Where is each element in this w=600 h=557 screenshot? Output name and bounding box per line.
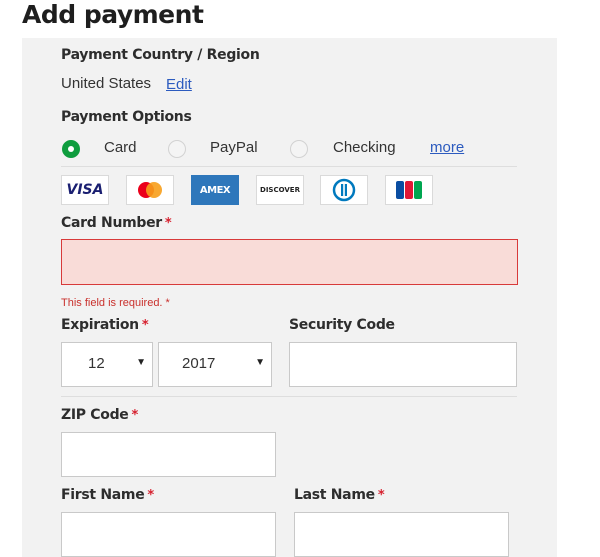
expiration-year-select[interactable]: 2017 ▼ [158, 342, 272, 387]
radio-paypal[interactable] [168, 140, 186, 158]
edit-country-link[interactable]: Edit [166, 76, 192, 93]
expiration-label: Expiration * [61, 317, 149, 333]
more-options-link[interactable]: more [430, 139, 464, 156]
zip-code-label: ZIP Code * [61, 407, 138, 423]
amex-icon: AMEX [191, 175, 239, 205]
security-code-label: Security Code [289, 317, 395, 333]
radio-checking-label[interactable]: Checking [333, 139, 396, 156]
discover-logo-text: DISCOVER [260, 186, 300, 194]
card-number-label-text: Card Number [61, 215, 162, 231]
options-divider [61, 166, 517, 167]
card-number-input[interactable] [61, 239, 518, 285]
first-name-label-text: First Name [61, 487, 145, 503]
country-label: Payment Country / Region [61, 47, 260, 63]
expiration-year-value: 2017 [182, 355, 216, 372]
radio-card-label[interactable]: Card [104, 139, 137, 156]
payment-options-label: Payment Options [61, 109, 192, 125]
card-number-label: Card Number * [61, 215, 172, 231]
zip-code-label-text: ZIP Code [61, 407, 129, 423]
expiration-label-text: Expiration [61, 317, 139, 333]
radio-checking[interactable] [290, 140, 308, 158]
payment-form: Payment Country / Region United States E… [22, 38, 557, 557]
amex-logo-text: AMEX [199, 184, 231, 196]
chevron-down-icon: ▼ [136, 357, 146, 368]
mastercard-icon [126, 175, 174, 205]
last-name-input[interactable] [294, 512, 509, 557]
visa-icon: VISA [61, 175, 109, 205]
first-name-label: First Name * [61, 487, 154, 503]
country-value: United States [61, 75, 152, 92]
radio-paypal-label[interactable]: PayPal [210, 139, 258, 156]
required-marker: * [164, 216, 172, 231]
expiration-month-select[interactable]: 12 ▼ [61, 342, 153, 387]
jcb-graphic [396, 181, 422, 199]
required-marker: * [131, 408, 139, 423]
required-marker: * [147, 488, 154, 503]
chevron-down-icon: ▼ [255, 357, 265, 368]
required-marker: * [377, 488, 385, 503]
page-title: Add payment [22, 0, 204, 29]
mastercard-graphic [138, 182, 162, 198]
discover-icon: DISCOVER [256, 175, 304, 205]
security-code-input[interactable] [289, 342, 517, 387]
zip-code-input[interactable] [61, 432, 276, 477]
expiration-month-value: 12 [88, 355, 105, 372]
required-marker: * [141, 318, 149, 333]
visa-logo-text: VISA [66, 182, 104, 198]
first-name-input[interactable] [61, 512, 276, 557]
diners-club-icon [320, 175, 368, 205]
last-name-label: Last Name * [294, 487, 385, 503]
jcb-icon [385, 175, 433, 205]
diners-graphic [332, 178, 356, 202]
last-name-label-text: Last Name [294, 487, 375, 503]
section-divider [61, 396, 517, 397]
radio-card[interactable] [62, 140, 80, 158]
card-number-error: This field is required. * [61, 297, 170, 309]
